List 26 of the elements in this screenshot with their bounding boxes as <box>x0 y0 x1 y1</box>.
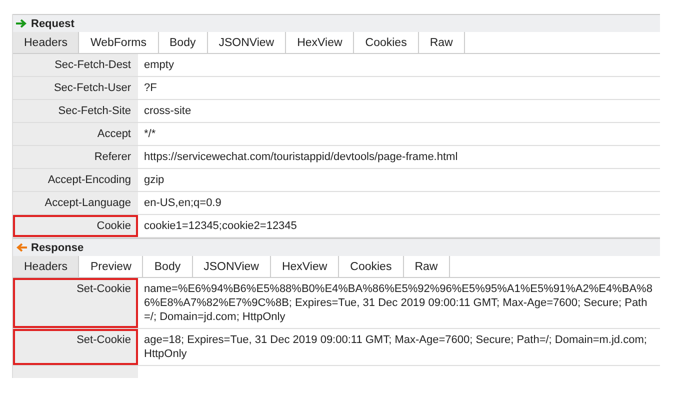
header-value: cookie1=12345;cookie2=12345 <box>143 219 298 234</box>
arrow-right-icon <box>16 19 27 28</box>
header-value: age=18; Expires=Tue, 31 Dec 2019 09:00:11 GMT; Max-Age=7600; Secure; Path=/; Domain=m.jd.com; HttpOnly <box>143 333 648 362</box>
header-value: ?F <box>143 81 158 96</box>
header-name: Referer <box>13 146 138 168</box>
header-value: name=%E6%94%B6%E5%88%B0%E4%BA%86%E5%92%96%E5%95%A1%E5%91%A2%E4%BA%86%E8%A7%82%E7%9C%8B; Expires=Tue, 31 Dec 2019 09:00:11 GMT; Max-Age=7600; Secure; Path=/; Domain=jd.com; HttpOnly <box>143 282 654 325</box>
header-value: */* <box>143 127 157 142</box>
header-name: Sec-Fetch-Site <box>13 100 138 122</box>
header-name: Set-Cookie <box>13 329 138 365</box>
header-name: Accept-Encoding <box>13 169 138 191</box>
tab[interactable]: Headers <box>13 32 80 53</box>
header-value: gzip <box>143 173 166 188</box>
header-name: Accept-Language <box>13 192 138 214</box>
header-value: cross-site <box>143 104 192 119</box>
header-name: Sec-Fetch-Dest <box>13 54 138 76</box>
section-title: Request <box>31 18 74 30</box>
header-name: Accept <box>13 123 138 145</box>
header-name: Sec-Fetch-User <box>13 77 138 99</box>
section-title: Response <box>31 242 84 254</box>
header-value: https://servicewechat.com/touristappid/devtools/page-frame.html <box>143 150 459 165</box>
tab[interactable]: Headers <box>13 256 80 277</box>
header-value: en-US,en;q=0.9 <box>143 196 222 211</box>
header-name: Cookie <box>13 215 138 237</box>
header-name: Set-Cookie <box>13 278 138 328</box>
header-value: empty <box>143 58 175 73</box>
arrow-left-icon <box>16 243 27 252</box>
